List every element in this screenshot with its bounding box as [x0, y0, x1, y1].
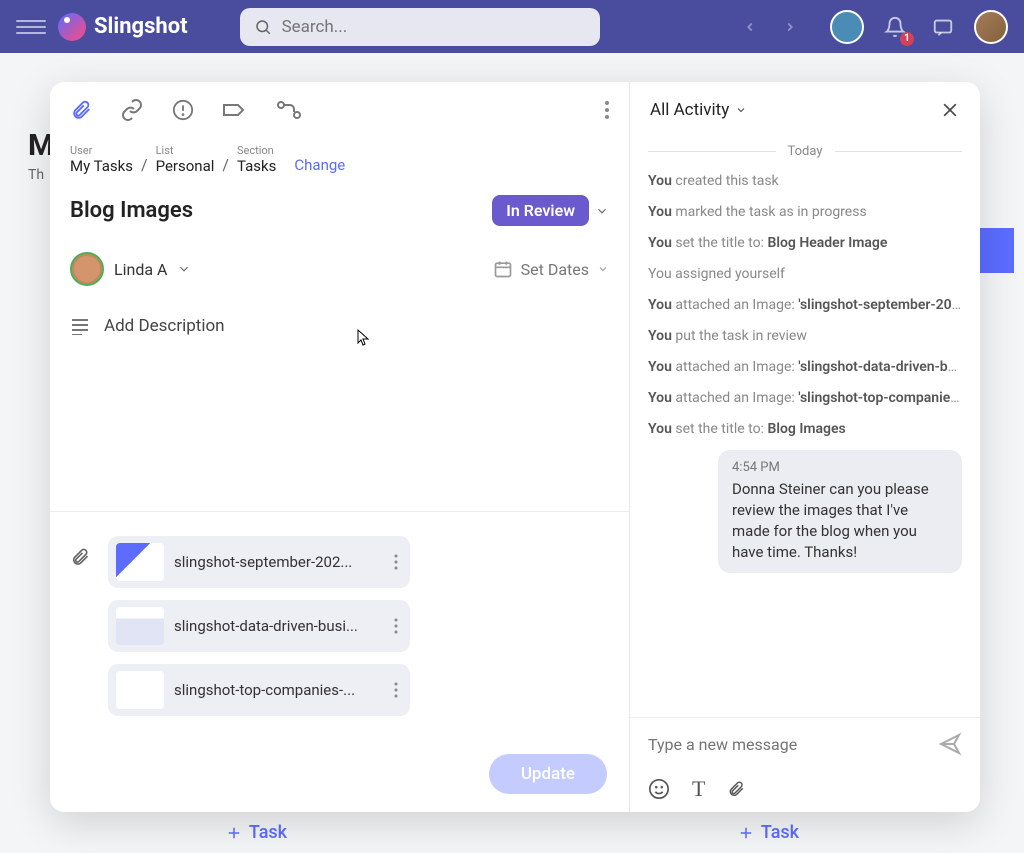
dependency-tool-icon[interactable]	[276, 100, 302, 120]
message-text: Donna Steiner can you please review the …	[732, 479, 948, 563]
assignee-picker[interactable]: Linda A	[70, 252, 191, 286]
message-time: 4:54 PM	[732, 460, 948, 475]
logo-mark-icon	[58, 13, 86, 41]
brand-name: Slingshot	[94, 14, 188, 39]
notifications-button[interactable]: 1	[878, 10, 912, 44]
top-icons: 1	[830, 10, 1008, 44]
nav-arrows	[734, 11, 806, 43]
chevron-down-icon	[597, 263, 609, 275]
emoji-button[interactable]	[648, 776, 670, 802]
brand-logo[interactable]: Slingshot	[58, 13, 188, 41]
chevron-down-icon	[177, 262, 191, 276]
activity-line: You attached an Image: 'slingshot-data-d…	[648, 357, 962, 378]
close-button[interactable]	[940, 100, 960, 120]
send-icon	[938, 732, 962, 756]
attachment-more-icon[interactable]	[390, 554, 402, 570]
activity-line: You attached an Image: 'slingshot-septem…	[648, 295, 962, 316]
task-title[interactable]: Blog Images	[70, 198, 492, 223]
status-chevron-icon[interactable]	[595, 204, 609, 218]
priority-tool-icon[interactable]	[172, 99, 194, 121]
crumb-section[interactable]: Section Tasks	[237, 144, 276, 175]
crumb-user[interactable]: User My Tasks	[70, 144, 133, 175]
task-detail-pane: User My Tasks / List Personal / Section …	[50, 82, 630, 812]
change-breadcrumb-link[interactable]: Change	[294, 156, 345, 174]
task-toolbar	[50, 82, 629, 138]
description-placeholder: Add Description	[104, 316, 225, 336]
link-tool-icon[interactable]	[120, 98, 144, 122]
activity-line: You attached an Image: 'slingshot-top-co…	[648, 388, 962, 409]
format-button[interactable]: T	[692, 776, 705, 802]
attachment-tool-icon[interactable]	[70, 99, 92, 121]
attachment-thumbnail	[116, 671, 164, 709]
add-task-button[interactable]: Task	[737, 822, 799, 843]
close-icon	[940, 100, 960, 120]
attachment-name: slingshot-september-202...	[174, 553, 380, 571]
activity-line: You created this task	[648, 171, 962, 192]
send-button[interactable]	[938, 732, 962, 756]
breadcrumb: User My Tasks / List Personal / Section …	[50, 138, 629, 175]
task-modal: User My Tasks / List Personal / Section …	[50, 82, 980, 812]
search-input[interactable]	[282, 17, 586, 37]
day-divider: Today	[648, 144, 962, 159]
chat-button[interactable]	[926, 10, 960, 44]
attachments-section: slingshot-september-202... slingshot-dat…	[50, 511, 629, 740]
message-bubble: 4:54 PM Donna Steiner can you please rev…	[718, 450, 962, 573]
attachment-thumbnail	[116, 607, 164, 645]
emoji-icon	[648, 778, 670, 800]
attachment-item[interactable]: slingshot-data-driven-busi...	[108, 600, 410, 652]
message-input[interactable]	[648, 735, 926, 754]
description-icon	[70, 317, 90, 335]
tag-tool-icon[interactable]	[222, 99, 248, 121]
attachment-item[interactable]: slingshot-top-companies-...	[108, 664, 410, 716]
assignee-avatar	[70, 252, 104, 286]
activity-line: You marked the task as in progress	[648, 202, 962, 223]
activity-filter-dropdown[interactable]: All Activity	[650, 100, 747, 120]
attachment-name: slingshot-top-companies-...	[174, 681, 380, 699]
compose-area: T	[630, 717, 980, 812]
activity-pane: All Activity Today You created this task…	[630, 82, 980, 812]
task-title-row: Blog Images In Review	[50, 175, 629, 226]
attachment-more-icon[interactable]	[390, 682, 402, 698]
attachment-more-icon[interactable]	[390, 618, 402, 634]
nav-back-button[interactable]	[734, 11, 766, 43]
update-row: Update	[50, 740, 629, 812]
activity-line: You put the task in review	[648, 326, 962, 347]
attachments-icon	[70, 546, 90, 568]
notification-badge: 1	[900, 32, 914, 46]
top-bar: Slingshot 1	[0, 0, 1024, 53]
org-avatar[interactable]	[830, 10, 864, 44]
chat-icon	[932, 16, 954, 38]
assignee-row: Linda A Set Dates	[50, 226, 629, 286]
paperclip-icon	[727, 778, 745, 800]
chevron-down-icon	[735, 104, 747, 116]
hamburger-menu-icon[interactable]	[16, 12, 46, 42]
update-button[interactable]: Update	[489, 754, 607, 794]
attachment-item[interactable]: slingshot-september-202...	[108, 536, 410, 588]
add-task-row: Task Task	[0, 822, 1024, 843]
add-task-button[interactable]: Task	[225, 822, 287, 843]
user-avatar[interactable]	[974, 10, 1008, 44]
activity-line: You assigned yourself	[648, 264, 962, 285]
task-more-button[interactable]	[605, 101, 609, 119]
activity-line: You set the title to: Blog Header Image	[648, 233, 962, 254]
compose-tools: T	[648, 776, 962, 802]
activity-feed[interactable]: Today You created this task You marked th…	[630, 138, 980, 717]
search-icon	[254, 18, 272, 36]
status-chip[interactable]: In Review	[492, 195, 589, 226]
calendar-icon	[493, 259, 513, 279]
activity-header: All Activity	[630, 82, 980, 138]
set-dates-button[interactable]: Set Dates	[493, 259, 609, 279]
attachments-list: slingshot-september-202... slingshot-dat…	[108, 536, 609, 716]
nav-forward-button[interactable]	[774, 11, 806, 43]
search-box[interactable]	[240, 8, 600, 46]
crumb-list[interactable]: List Personal	[156, 144, 215, 175]
assignee-name: Linda A	[114, 260, 167, 279]
activity-line: You set the title to: Blog Images	[648, 419, 962, 440]
description-field[interactable]: Add Description	[50, 286, 629, 336]
attachment-name: slingshot-data-driven-busi...	[174, 617, 380, 635]
attachment-thumbnail	[116, 543, 164, 581]
attach-button[interactable]	[727, 776, 745, 802]
